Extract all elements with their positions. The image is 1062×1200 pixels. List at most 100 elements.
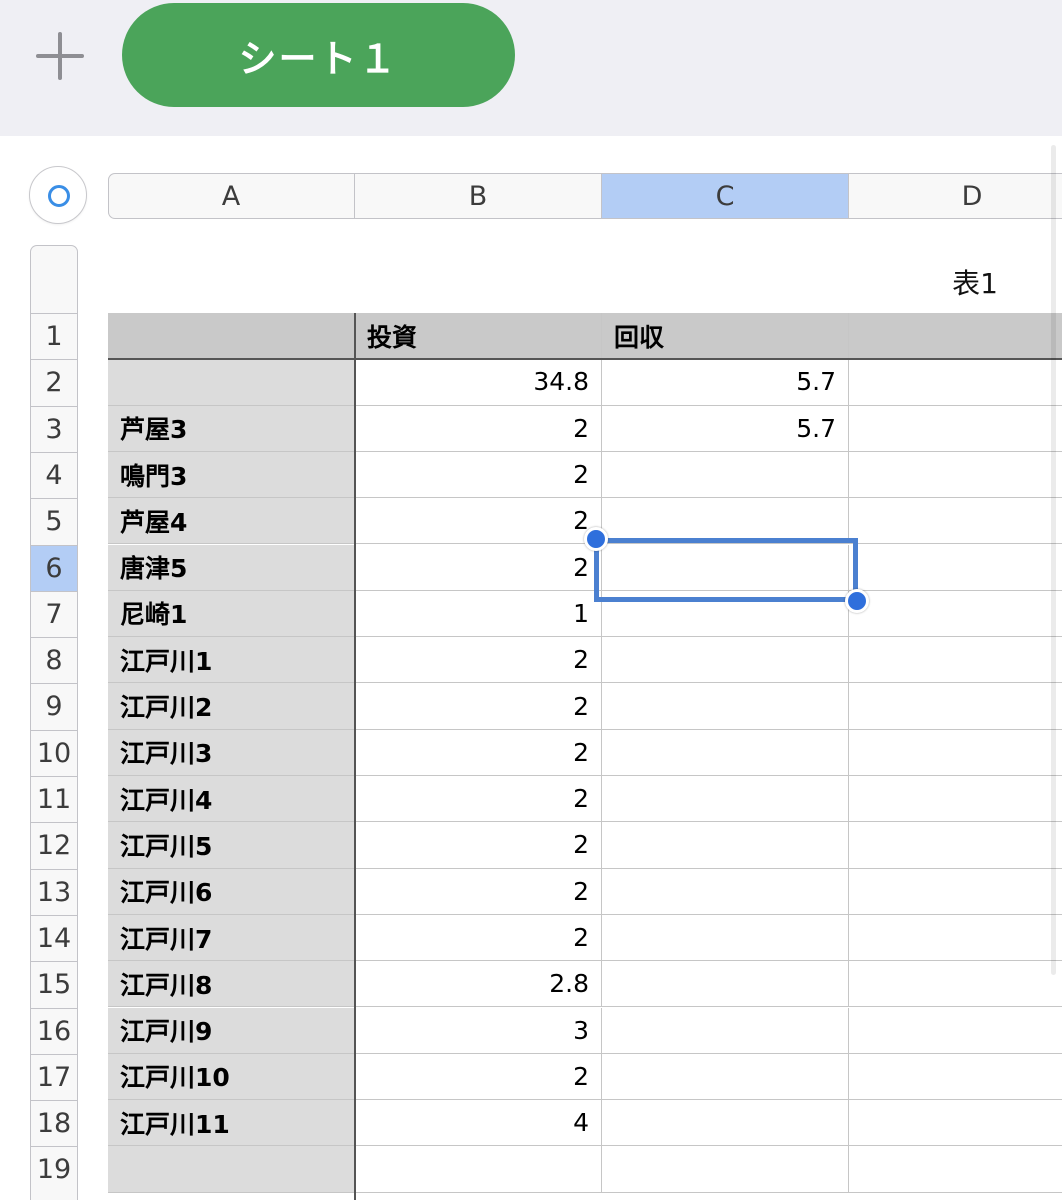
row-header-14[interactable]: 14 bbox=[31, 914, 77, 961]
table-cell[interactable] bbox=[849, 729, 1062, 776]
table-cell[interactable] bbox=[849, 1146, 1062, 1193]
table-cell[interactable]: 芦屋4 bbox=[108, 498, 355, 545]
table-cell[interactable]: 2 bbox=[355, 822, 602, 869]
table-cell[interactable] bbox=[849, 359, 1062, 406]
table-cell[interactable]: 1 bbox=[355, 590, 602, 638]
sheet-tab[interactable]: シート１ bbox=[122, 3, 515, 107]
table-cell[interactable] bbox=[602, 1146, 849, 1193]
table-cell[interactable]: 3 bbox=[355, 1007, 602, 1054]
table-cell[interactable] bbox=[602, 822, 849, 869]
table-cell[interactable]: 5.7 bbox=[602, 405, 849, 452]
table-cell[interactable] bbox=[602, 729, 849, 776]
table-cell[interactable] bbox=[355, 1146, 602, 1193]
row-header-7[interactable]: 7 bbox=[31, 590, 77, 637]
plus-icon[interactable] bbox=[36, 32, 84, 80]
row-header-6[interactable]: 6 bbox=[31, 544, 77, 591]
table-cell[interactable]: 芦屋3 bbox=[108, 405, 355, 452]
cell-selection-box[interactable] bbox=[594, 538, 858, 602]
table-cell[interactable]: 2 bbox=[355, 868, 602, 915]
table-cell[interactable]: 江戸川4 bbox=[108, 776, 355, 823]
row-header-12[interactable]: 12 bbox=[31, 822, 77, 868]
table-cell[interactable] bbox=[602, 1100, 849, 1147]
table-cell[interactable] bbox=[849, 1100, 1062, 1147]
table-cell[interactable]: 尼崎1 bbox=[108, 590, 355, 638]
table-cell[interactable] bbox=[849, 590, 1062, 638]
table-cell[interactable]: 唐津5 bbox=[108, 544, 355, 591]
column-header-b[interactable]: B bbox=[355, 174, 602, 218]
table-cell[interactable] bbox=[602, 776, 849, 823]
table-cell[interactable]: 江戸川1 bbox=[108, 637, 355, 684]
table-cell[interactable]: 2 bbox=[355, 1053, 602, 1101]
row-header-18[interactable]: 18 bbox=[31, 1100, 77, 1146]
table-cell[interactable] bbox=[849, 1053, 1062, 1101]
row-header-13[interactable]: 13 bbox=[31, 868, 77, 915]
row-header-19[interactable]: 19 bbox=[31, 1146, 77, 1192]
table-cell[interactable]: 2 bbox=[355, 683, 602, 730]
table-cell[interactable]: 4 bbox=[355, 1100, 602, 1147]
table-cell[interactable]: 江戸川5 bbox=[108, 822, 355, 869]
table-cell[interactable]: 34.8 bbox=[355, 359, 602, 406]
table-cell[interactable]: 江戸川2 bbox=[108, 683, 355, 730]
table-cell[interactable]: 江戸川8 bbox=[108, 961, 355, 1008]
table-cell[interactable] bbox=[849, 544, 1062, 591]
table-cell[interactable]: 江戸川10 bbox=[108, 1053, 355, 1101]
table-cell[interactable] bbox=[849, 961, 1062, 1008]
table-cell[interactable]: 2.8 bbox=[355, 961, 602, 1008]
table-cell[interactable]: 2 bbox=[355, 776, 602, 823]
table-cell[interactable] bbox=[849, 822, 1062, 869]
table-cell[interactable]: 江戸川7 bbox=[108, 914, 355, 962]
selection-handle-top-left[interactable] bbox=[584, 527, 608, 551]
table-cell[interactable] bbox=[602, 1007, 849, 1054]
table-cell[interactable]: 江戸川3 bbox=[108, 729, 355, 776]
table-cell[interactable] bbox=[108, 1146, 355, 1193]
table-cell[interactable] bbox=[602, 868, 849, 915]
column-header-d[interactable]: D bbox=[849, 174, 1062, 218]
table-cell[interactable] bbox=[602, 637, 849, 684]
table-cell[interactable] bbox=[849, 637, 1062, 684]
table-cell[interactable]: 鳴門3 bbox=[108, 451, 355, 499]
table-cell[interactable] bbox=[602, 451, 849, 499]
table-cell[interactable] bbox=[849, 451, 1062, 499]
table-cell[interactable]: 江戸川11 bbox=[108, 1100, 355, 1147]
row-header-1[interactable]: 1 bbox=[31, 313, 77, 359]
table-cell[interactable] bbox=[602, 1053, 849, 1101]
table-cell[interactable]: 2 bbox=[355, 637, 602, 684]
column-header-a[interactable]: A bbox=[109, 174, 355, 218]
row-header-16[interactable]: 16 bbox=[31, 1007, 77, 1054]
row-header-11[interactable]: 11 bbox=[31, 776, 77, 822]
table-cell[interactable] bbox=[849, 868, 1062, 915]
table-cell[interactable] bbox=[602, 914, 849, 962]
select-table-button[interactable] bbox=[29, 166, 87, 224]
table-cell[interactable] bbox=[602, 961, 849, 1008]
table-cell[interactable] bbox=[849, 914, 1062, 962]
table-header-cell[interactable] bbox=[849, 313, 1062, 360]
row-header-15[interactable]: 15 bbox=[31, 961, 77, 1007]
table-cell[interactable] bbox=[849, 1007, 1062, 1054]
table-cell[interactable] bbox=[849, 498, 1062, 545]
selection-handle-bottom-right[interactable] bbox=[845, 589, 869, 613]
table-header-cell[interactable]: 回収 bbox=[602, 313, 849, 360]
row-header-10[interactable]: 10 bbox=[31, 729, 77, 776]
table-cell[interactable]: 2 bbox=[355, 544, 602, 591]
table-cell[interactable]: 2 bbox=[355, 498, 602, 545]
row-header-17[interactable]: 17 bbox=[31, 1053, 77, 1100]
table-cell[interactable]: 2 bbox=[355, 451, 602, 499]
row-header-8[interactable]: 8 bbox=[31, 637, 77, 683]
table-header-cell[interactable]: 投資 bbox=[355, 313, 602, 360]
row-header-5[interactable]: 5 bbox=[31, 498, 77, 544]
table-cell[interactable] bbox=[108, 359, 355, 406]
table-cell[interactable]: 2 bbox=[355, 405, 602, 452]
table-cell[interactable]: 江戸川6 bbox=[108, 868, 355, 915]
row-header-3[interactable]: 3 bbox=[31, 405, 77, 452]
table-cell[interactable]: 2 bbox=[355, 914, 602, 962]
row-header-9[interactable]: 9 bbox=[31, 683, 77, 729]
row-header-2[interactable]: 2 bbox=[31, 359, 77, 405]
table-cell[interactable]: 5.7 bbox=[602, 359, 849, 406]
column-header-c[interactable]: C bbox=[602, 174, 849, 218]
table-cell[interactable] bbox=[849, 683, 1062, 730]
table-cell[interactable] bbox=[602, 683, 849, 730]
table-cell[interactable] bbox=[849, 776, 1062, 823]
row-header-4[interactable]: 4 bbox=[31, 451, 77, 498]
table-cell[interactable]: 2 bbox=[355, 729, 602, 776]
table-header-cell[interactable] bbox=[108, 313, 355, 360]
